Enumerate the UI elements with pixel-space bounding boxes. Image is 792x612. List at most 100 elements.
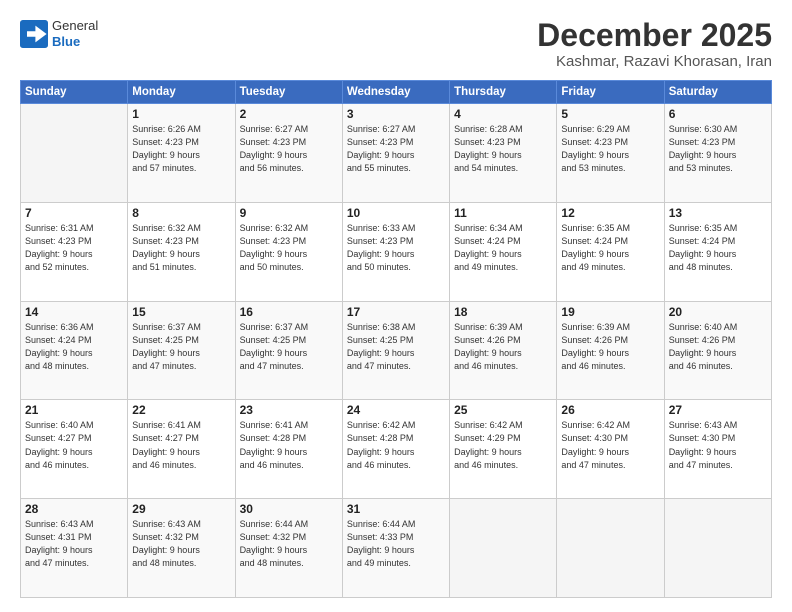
day-number: 15 <box>132 305 230 319</box>
calendar-cell: 17 Sunrise: 6:38 AMSunset: 4:25 PMDayligh… <box>342 301 449 400</box>
calendar-cell: 8 Sunrise: 6:32 AMSunset: 4:23 PMDaylight… <box>128 202 235 301</box>
day-info: Sunrise: 6:38 AMSunset: 4:25 PMDaylight:… <box>347 321 445 373</box>
day-info: Sunrise: 6:37 AMSunset: 4:25 PMDaylight:… <box>240 321 338 373</box>
calendar-body: 1 Sunrise: 6:26 AMSunset: 4:23 PMDaylight… <box>21 104 772 598</box>
day-info: Sunrise: 6:29 AMSunset: 4:23 PMDaylight:… <box>561 123 659 175</box>
day-of-week-tuesday: Tuesday <box>235 81 342 104</box>
title-section: December 2025 Kashmar, Razavi Khorasan, … <box>537 18 772 70</box>
month-title: December 2025 <box>537 18 772 53</box>
day-number: 17 <box>347 305 445 319</box>
day-number: 31 <box>347 502 445 516</box>
day-info: Sunrise: 6:30 AMSunset: 4:23 PMDaylight:… <box>669 123 767 175</box>
calendar-cell: 21Sunrise: 6:40 AMSunset: 4:27 PMDayligh… <box>21 400 128 499</box>
calendar-cell: 30Sunrise: 6:44 AMSunset: 4:32 PMDayligh… <box>235 499 342 598</box>
calendar-cell: 31Sunrise: 6:44 AMSunset: 4:33 PMDayligh… <box>342 499 449 598</box>
day-of-week-thursday: Thursday <box>450 81 557 104</box>
day-number: 6 <box>669 107 767 121</box>
day-of-week-wednesday: Wednesday <box>342 81 449 104</box>
calendar-cell: 9 Sunrise: 6:32 AMSunset: 4:23 PMDaylight… <box>235 202 342 301</box>
day-info: Sunrise: 6:28 AMSunset: 4:23 PMDaylight:… <box>454 123 552 175</box>
logo: General Blue <box>20 18 98 49</box>
day-number: 1 <box>132 107 230 121</box>
calendar-week-1: 1 Sunrise: 6:26 AMSunset: 4:23 PMDaylight… <box>21 104 772 203</box>
page: General Blue December 2025 Kashmar, Raza… <box>0 0 792 612</box>
day-info: Sunrise: 6:31 AMSunset: 4:23 PMDaylight:… <box>25 222 123 274</box>
day-number: 25 <box>454 403 552 417</box>
calendar-week-2: 7Sunrise: 6:31 AMSunset: 4:23 PMDaylight… <box>21 202 772 301</box>
generalblue-icon <box>20 20 48 48</box>
calendar-cell: 3Sunrise: 6:27 AMSunset: 4:23 PMDaylight… <box>342 104 449 203</box>
day-number: 19 <box>561 305 659 319</box>
calendar-cell: 22 Sunrise: 6:41 AMSunset: 4:27 PMDayligh… <box>128 400 235 499</box>
day-info: Sunrise: 6:43 AMSunset: 4:32 PMDaylight:… <box>132 518 230 570</box>
day-number: 24 <box>347 403 445 417</box>
day-info: Sunrise: 6:27 AMSunset: 4:23 PMDaylight:… <box>347 123 445 175</box>
days-of-week-row: SundayMondayTuesdayWednesdayThursdayFrid… <box>21 81 772 104</box>
calendar-cell: 1 Sunrise: 6:26 AMSunset: 4:23 PMDaylight… <box>128 104 235 203</box>
day-number: 21 <box>25 403 123 417</box>
calendar-cell <box>450 499 557 598</box>
day-info: Sunrise: 6:43 AMSunset: 4:30 PMDaylight:… <box>669 419 767 471</box>
day-number: 29 <box>132 502 230 516</box>
day-number: 23 <box>240 403 338 417</box>
calendar-cell: 11Sunrise: 6:34 AMSunset: 4:24 PMDayligh… <box>450 202 557 301</box>
day-number: 2 <box>240 107 338 121</box>
day-number: 16 <box>240 305 338 319</box>
day-info: Sunrise: 6:35 AMSunset: 4:24 PMDaylight:… <box>669 222 767 274</box>
day-number: 20 <box>669 305 767 319</box>
day-of-week-sunday: Sunday <box>21 81 128 104</box>
calendar-cell: 18Sunrise: 6:39 AMSunset: 4:26 PMDayligh… <box>450 301 557 400</box>
calendar-header: SundayMondayTuesdayWednesdayThursdayFrid… <box>21 81 772 104</box>
calendar-cell: 23 Sunrise: 6:41 AMSunset: 4:28 PMDayligh… <box>235 400 342 499</box>
day-info: Sunrise: 6:42 AMSunset: 4:28 PMDaylight:… <box>347 419 445 471</box>
day-info: Sunrise: 6:26 AMSunset: 4:23 PMDaylight:… <box>132 123 230 175</box>
day-number: 28 <box>25 502 123 516</box>
day-info: Sunrise: 6:32 AMSunset: 4:23 PMDaylight:… <box>132 222 230 274</box>
calendar-cell: 26 Sunrise: 6:42 AMSunset: 4:30 PMDayligh… <box>557 400 664 499</box>
day-number: 5 <box>561 107 659 121</box>
calendar-week-4: 21Sunrise: 6:40 AMSunset: 4:27 PMDayligh… <box>21 400 772 499</box>
header: General Blue December 2025 Kashmar, Raza… <box>20 18 772 70</box>
calendar-cell <box>664 499 771 598</box>
day-info: Sunrise: 6:42 AMSunset: 4:29 PMDaylight:… <box>454 419 552 471</box>
calendar-cell <box>21 104 128 203</box>
calendar-cell: 24 Sunrise: 6:42 AMSunset: 4:28 PMDayligh… <box>342 400 449 499</box>
calendar-cell: 19Sunrise: 6:39 AMSunset: 4:26 PMDayligh… <box>557 301 664 400</box>
calendar-week-3: 14 Sunrise: 6:36 AMSunset: 4:24 PMDayligh… <box>21 301 772 400</box>
day-number: 13 <box>669 206 767 220</box>
calendar-cell: 10Sunrise: 6:33 AMSunset: 4:23 PMDayligh… <box>342 202 449 301</box>
calendar-week-5: 28 Sunrise: 6:43 AMSunset: 4:31 PMDayligh… <box>21 499 772 598</box>
calendar-cell: 28 Sunrise: 6:43 AMSunset: 4:31 PMDayligh… <box>21 499 128 598</box>
day-info: Sunrise: 6:41 AMSunset: 4:27 PMDaylight:… <box>132 419 230 471</box>
calendar-cell: 12Sunrise: 6:35 AMSunset: 4:24 PMDayligh… <box>557 202 664 301</box>
calendar-cell: 2 Sunrise: 6:27 AMSunset: 4:23 PMDaylight… <box>235 104 342 203</box>
calendar-cell: 25 Sunrise: 6:42 AMSunset: 4:29 PMDayligh… <box>450 400 557 499</box>
day-number: 4 <box>454 107 552 121</box>
day-info: Sunrise: 6:43 AMSunset: 4:31 PMDaylight:… <box>25 518 123 570</box>
calendar-cell: 15 Sunrise: 6:37 AMSunset: 4:25 PMDayligh… <box>128 301 235 400</box>
day-number: 9 <box>240 206 338 220</box>
day-info: Sunrise: 6:42 AMSunset: 4:30 PMDaylight:… <box>561 419 659 471</box>
location: Kashmar, Razavi Khorasan, Iran <box>537 53 772 70</box>
day-number: 22 <box>132 403 230 417</box>
day-info: Sunrise: 6:34 AMSunset: 4:24 PMDaylight:… <box>454 222 552 274</box>
day-number: 26 <box>561 403 659 417</box>
day-info: Sunrise: 6:32 AMSunset: 4:23 PMDaylight:… <box>240 222 338 274</box>
calendar-cell: 29 Sunrise: 6:43 AMSunset: 4:32 PMDayligh… <box>128 499 235 598</box>
calendar-table: SundayMondayTuesdayWednesdayThursdayFrid… <box>20 80 772 598</box>
day-number: 14 <box>25 305 123 319</box>
day-info: Sunrise: 6:36 AMSunset: 4:24 PMDaylight:… <box>25 321 123 373</box>
day-number: 30 <box>240 502 338 516</box>
day-info: Sunrise: 6:40 AMSunset: 4:26 PMDaylight:… <box>669 321 767 373</box>
calendar-cell: 5 Sunrise: 6:29 AMSunset: 4:23 PMDaylight… <box>557 104 664 203</box>
day-number: 8 <box>132 206 230 220</box>
day-of-week-saturday: Saturday <box>664 81 771 104</box>
day-number: 18 <box>454 305 552 319</box>
day-info: Sunrise: 6:41 AMSunset: 4:28 PMDaylight:… <box>240 419 338 471</box>
day-info: Sunrise: 6:37 AMSunset: 4:25 PMDaylight:… <box>132 321 230 373</box>
calendar-cell: 27Sunrise: 6:43 AMSunset: 4:30 PMDayligh… <box>664 400 771 499</box>
calendar-cell: 14 Sunrise: 6:36 AMSunset: 4:24 PMDayligh… <box>21 301 128 400</box>
day-info: Sunrise: 6:27 AMSunset: 4:23 PMDaylight:… <box>240 123 338 175</box>
day-info: Sunrise: 6:35 AMSunset: 4:24 PMDaylight:… <box>561 222 659 274</box>
calendar-cell: 16 Sunrise: 6:37 AMSunset: 4:25 PMDayligh… <box>235 301 342 400</box>
